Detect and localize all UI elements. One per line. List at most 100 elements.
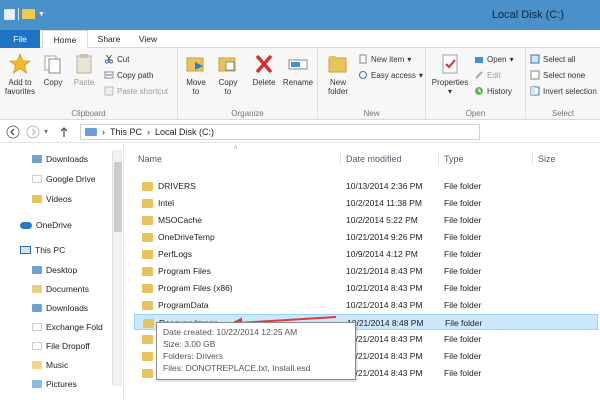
- history-button[interactable]: History: [474, 86, 512, 96]
- select-all-button[interactable]: Select all: [530, 54, 575, 64]
- table-row[interactable]: Program Files 10/21/2014 8:43 PM File fo…: [134, 263, 598, 279]
- nav-item-videos[interactable]: Videos: [32, 194, 72, 204]
- table-row[interactable]: MSOCache 10/2/2014 5:22 PM File folder: [134, 212, 598, 228]
- invert-selection-button[interactable]: Invert selection: [530, 86, 597, 96]
- new-folder-quick-icon[interactable]: [22, 9, 35, 19]
- copy-label: Copy: [43, 78, 63, 87]
- delete-button[interactable]: Delete: [250, 52, 278, 87]
- row-type: File folder: [444, 181, 482, 191]
- nav-item-exchange-folder[interactable]: Exchange Fold: [32, 322, 103, 332]
- copy-path-button[interactable]: Copy path: [104, 70, 153, 80]
- downloads-folder-icon: [32, 155, 42, 163]
- toolbar-divider: [18, 8, 19, 20]
- paste-button[interactable]: Paste: [70, 52, 98, 87]
- easy-access-label: Easy access: [371, 70, 416, 80]
- videos-folder-icon: [32, 195, 42, 203]
- edit-button[interactable]: Edit: [474, 70, 501, 80]
- select-group-label: Select: [551, 109, 575, 118]
- tooltip-date-created: Date created: 10/22/2014 12:25 AM: [163, 327, 298, 337]
- nav-item-music[interactable]: Music: [32, 360, 68, 370]
- easy-access-dropdown-icon: ▾: [418, 70, 423, 80]
- tab-home[interactable]: Home: [42, 30, 88, 49]
- up-arrow-icon: [60, 127, 68, 137]
- column-divider[interactable]: [532, 152, 533, 166]
- nav-item-label: Pictures: [46, 379, 77, 389]
- paste-shortcut-button[interactable]: Paste shortcut: [104, 86, 168, 96]
- add-to-favorites-button[interactable]: Add to favorites: [2, 52, 38, 96]
- nav-item-desktop[interactable]: Desktop: [32, 265, 77, 275]
- table-row[interactable]: OneDriveTemp 10/21/2014 9:26 PM File fol…: [134, 229, 598, 245]
- row-date: 10/2/2014 11:38 PM: [346, 198, 422, 208]
- table-row[interactable]: DRIVERS 10/13/2014 2:36 PM File folder: [134, 178, 598, 194]
- easy-access-button[interactable]: Easy access ▾: [358, 70, 423, 80]
- column-header-date-modified[interactable]: Date modified: [346, 154, 402, 164]
- table-row[interactable]: ProgramData 10/21/2014 8:43 PM File fold…: [134, 297, 598, 313]
- folder-icon: [142, 283, 153, 293]
- breadcrumb-local-disk[interactable]: Local Disk (C:): [155, 127, 214, 137]
- rename-button[interactable]: Rename: [282, 52, 314, 87]
- recent-locations-dropdown[interactable]: ▾: [44, 127, 48, 136]
- folder-icon: [142, 198, 153, 208]
- tab-view[interactable]: View: [132, 30, 164, 48]
- column-header-size[interactable]: Size: [538, 154, 556, 164]
- up-button[interactable]: [58, 125, 70, 142]
- row-date: 10/21/2014 8:43 PM: [346, 283, 423, 293]
- nav-item-this-pc[interactable]: This PC: [20, 245, 65, 255]
- column-header-type[interactable]: Type: [444, 154, 464, 164]
- downloads-folder-icon: [32, 304, 42, 312]
- new-folder-label-1: New: [329, 78, 346, 87]
- invert-selection-icon: [530, 86, 540, 96]
- move-to-button[interactable]: Move to: [182, 52, 210, 96]
- column-divider[interactable]: [438, 152, 439, 166]
- move-to-folder-icon: [186, 57, 204, 72]
- new-group: New folder New item ▾ Easy access ▾ New: [318, 48, 426, 120]
- folder-icon: [142, 181, 153, 191]
- row-name: ProgramData: [158, 300, 209, 310]
- forward-button[interactable]: [26, 125, 40, 142]
- folder-icon: [142, 249, 153, 259]
- nav-item-pictures[interactable]: Pictures: [32, 379, 77, 389]
- table-row[interactable]: PerfLogs 10/9/2014 4:12 PM File folder: [134, 246, 598, 262]
- nav-item-documents[interactable]: Documents: [32, 284, 89, 294]
- table-row[interactable]: Intel 10/2/2014 11:38 PM File folder: [134, 195, 598, 211]
- cut-button[interactable]: Cut: [104, 54, 129, 64]
- nav-pane-scrollbar[interactable]: [112, 150, 122, 386]
- computer-icon: [20, 246, 31, 254]
- documents-folder-icon: [32, 285, 42, 293]
- column-header-name[interactable]: Name: [138, 154, 162, 164]
- copy-to-label-2: to: [224, 87, 232, 96]
- properties-button[interactable]: Properties ▾: [430, 52, 470, 96]
- copy-button[interactable]: Copy: [40, 52, 66, 87]
- customize-quick-access-icon[interactable]: ▼: [38, 11, 45, 18]
- column-divider[interactable]: [340, 152, 341, 166]
- paste-shortcut-icon: [104, 86, 114, 96]
- row-type: File folder: [444, 266, 482, 276]
- select-all-icon: [530, 54, 540, 64]
- tab-share[interactable]: Share: [92, 30, 126, 48]
- row-date: 10/21/2014 8:43 PM: [346, 368, 423, 378]
- new-folder-button[interactable]: New folder: [322, 52, 354, 96]
- breadcrumb-this-pc[interactable]: This PC: [110, 127, 142, 137]
- nav-item-file-dropoff[interactable]: File Dropoff: [32, 341, 90, 351]
- properties-quick-icon[interactable]: [4, 8, 15, 20]
- back-button[interactable]: [6, 125, 20, 142]
- nav-item-downloads[interactable]: Downloads: [32, 154, 88, 164]
- nav-item-label: Downloads: [46, 154, 89, 164]
- window-title: Local Disk (C:): [491, 9, 564, 21]
- nav-item-label: Videos: [46, 194, 72, 204]
- select-none-button[interactable]: Select none: [530, 70, 585, 80]
- address-path-box[interactable]: › This PC › Local Disk (C:): [80, 124, 480, 140]
- nav-item-google-drive[interactable]: Google Drive: [32, 174, 96, 184]
- open-button[interactable]: Open ▾: [474, 54, 514, 64]
- new-item-button[interactable]: New item ▾: [358, 54, 411, 64]
- nav-item-downloads-pc[interactable]: Downloads: [32, 303, 88, 313]
- nav-item-label: Downloads: [46, 303, 89, 313]
- tab-file[interactable]: File: [0, 30, 40, 48]
- properties-dropdown-icon: ▾: [447, 87, 452, 96]
- copy-to-button[interactable]: Copy to: [214, 52, 242, 96]
- nav-item-onedrive[interactable]: OneDrive: [20, 220, 72, 230]
- open-dropdown-icon: ▾: [509, 54, 514, 64]
- table-row[interactable]: Program Files (x86) 10/21/2014 8:43 PM F…: [134, 280, 598, 296]
- folder-icon: [142, 232, 153, 242]
- nav-pane-scrollbar-thumb[interactable]: [114, 162, 122, 232]
